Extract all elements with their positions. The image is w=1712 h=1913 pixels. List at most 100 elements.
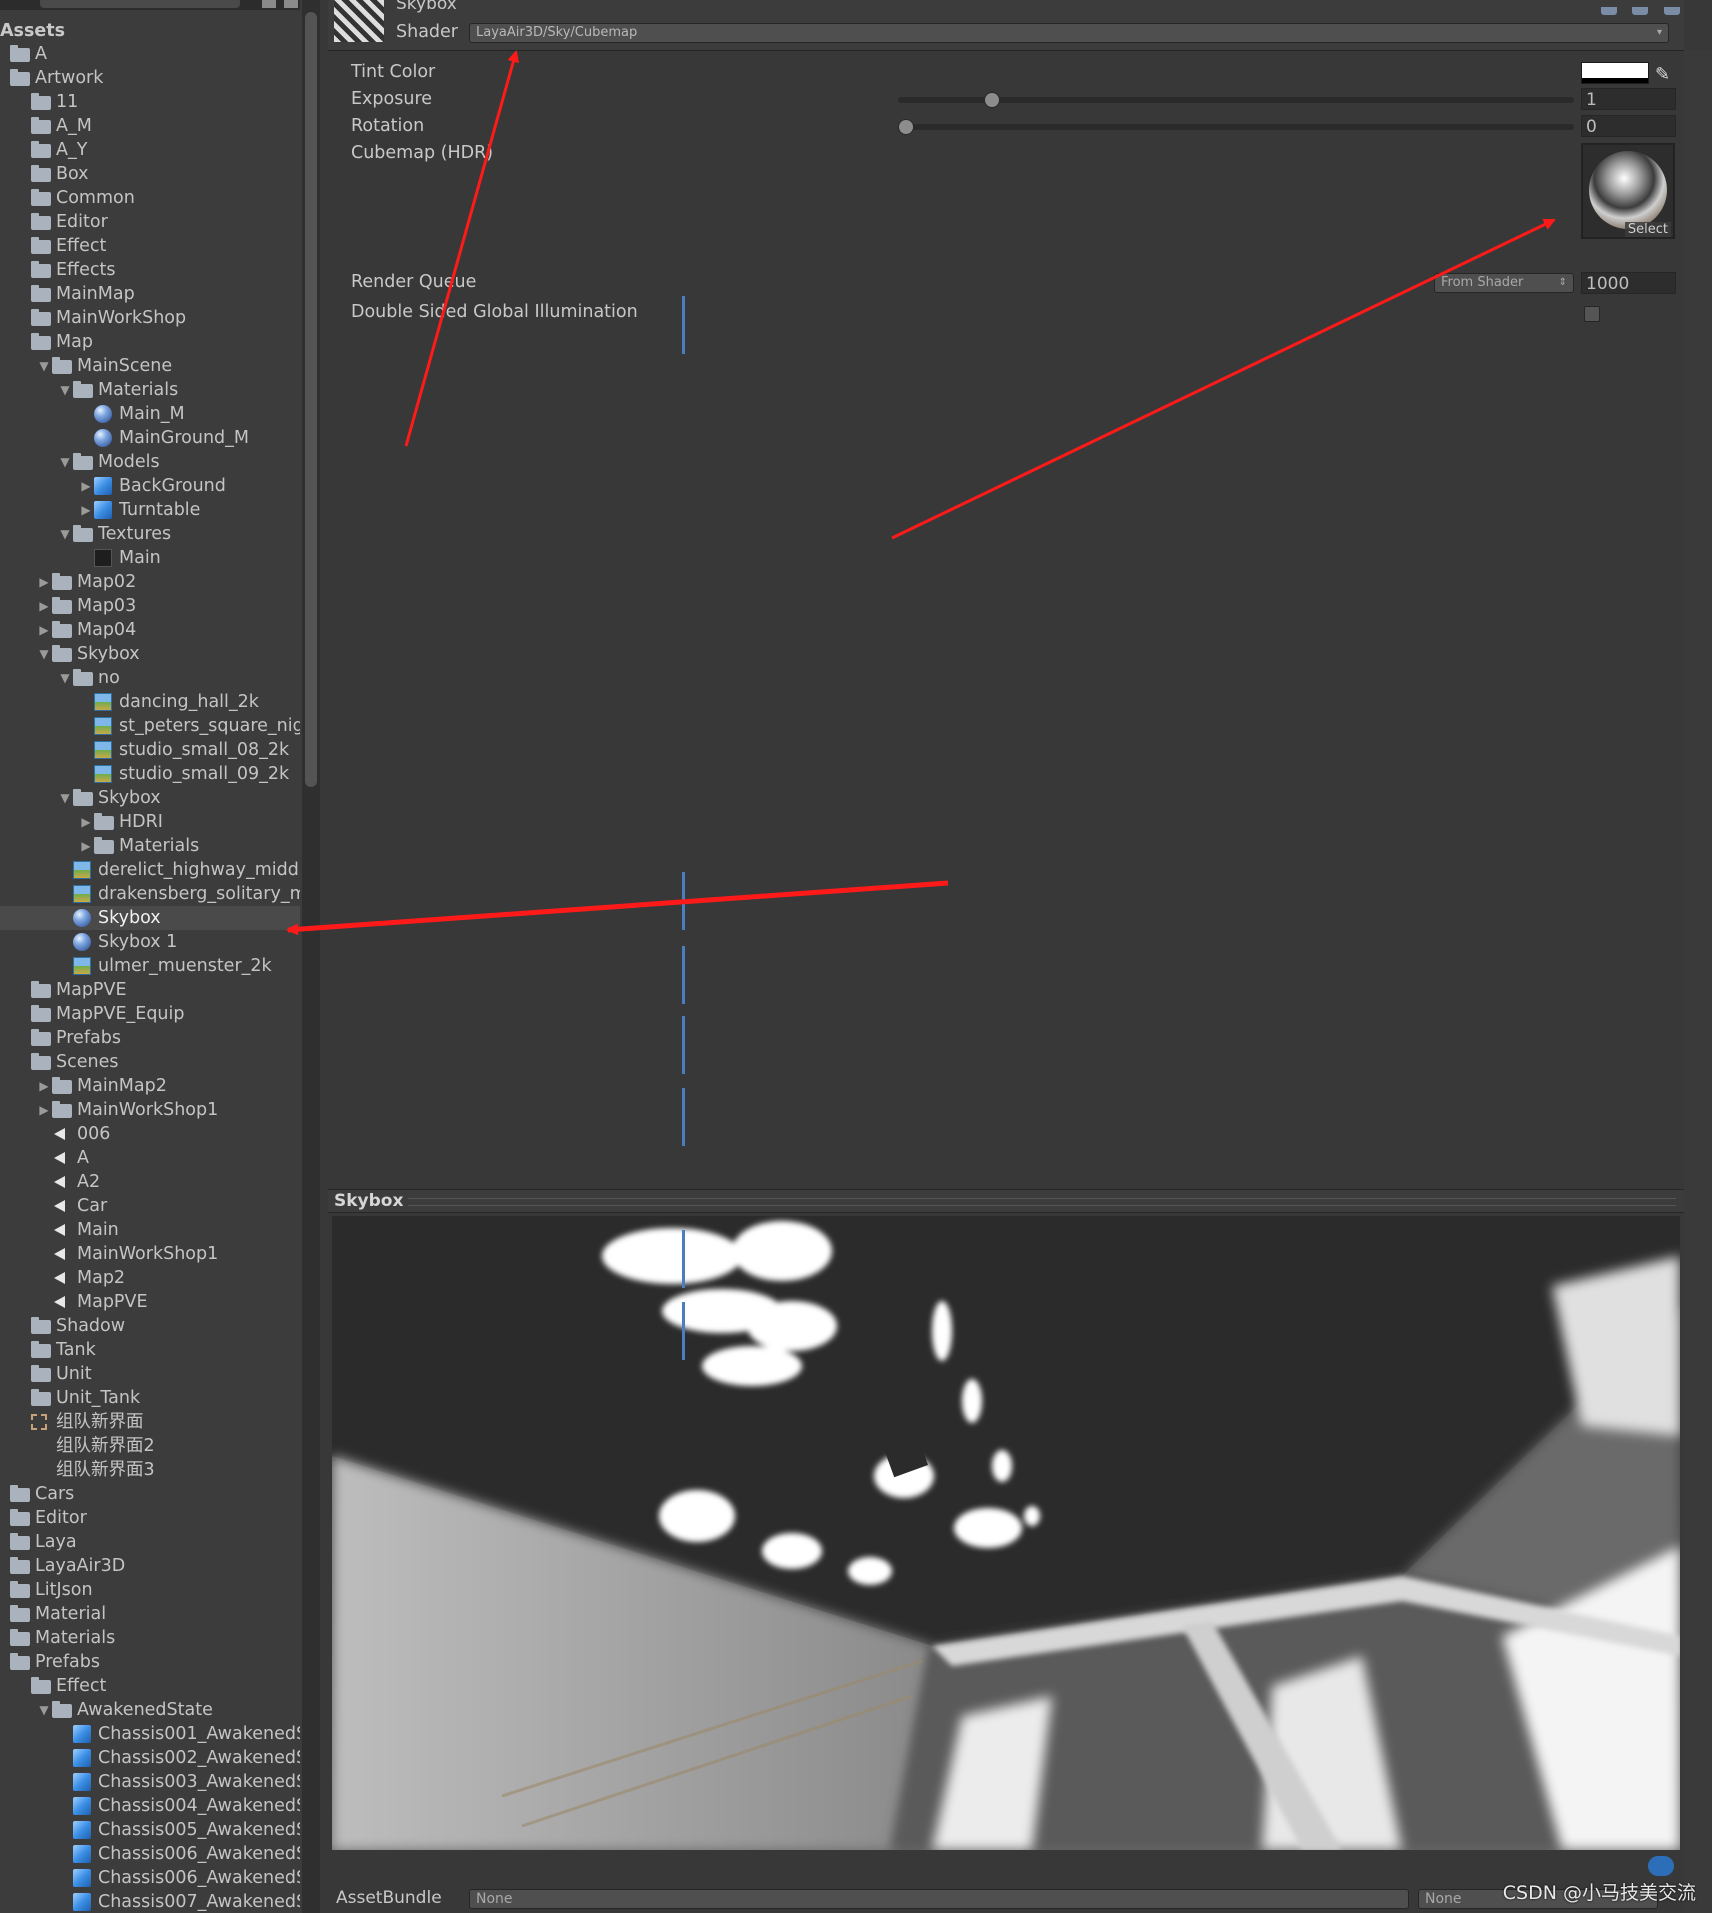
tree-item[interactable]: ▼ AwakenedState [0,1698,300,1722]
tree-item[interactable]: Editor [0,210,300,234]
expand-open-icon[interactable]: ▼ [59,786,71,810]
expand-open-icon[interactable]: ▼ [59,450,71,474]
tree-item[interactable]: A [0,42,300,66]
skybox-preview[interactable] [332,1216,1680,1850]
expand-closed-icon[interactable]: ▶ [38,594,50,618]
tree-item[interactable]: studio_small_08_2k [0,738,300,762]
tree-item[interactable]: Skybox [0,906,300,930]
assetbundle-name-dropdown[interactable]: None [469,1889,1409,1909]
eyedropper-icon[interactable]: ✎ [1655,64,1670,85]
tree-item[interactable]: Chassis005_AwakenedSta [0,1818,300,1842]
tree-item[interactable]: dancing_hall_2k [0,690,300,714]
tree-item[interactable]: derelict_highway_midday [0,858,300,882]
expand-closed-icon[interactable]: ▶ [80,810,92,834]
assets-root-label[interactable]: Assets [0,20,65,42]
expand-closed-icon[interactable]: ▶ [38,1098,50,1122]
tree-item[interactable]: st_peters_square_night [0,714,300,738]
tree-item[interactable]: ulmer_muenster_2k [0,954,300,978]
help-icon[interactable] [1600,7,1617,15]
label-tag-icon[interactable] [1648,1856,1674,1876]
tree-item[interactable]: ▼ Skybox [0,786,300,810]
tree-item[interactable]: 组队新界面3 [0,1458,300,1482]
preset-icon[interactable] [1632,7,1649,15]
tree-item[interactable]: Unit [0,1362,300,1386]
expand-open-icon[interactable]: ▼ [59,522,71,546]
exposure-slider[interactable] [898,92,1574,108]
shader-dropdown[interactable]: LayaAir3D/Sky/Cubemap ▾ [469,23,1669,43]
tree-item[interactable]: A [0,1146,300,1170]
tree-item[interactable]: Prefabs [0,1650,300,1674]
preview-resize-grip[interactable] [408,1198,1676,1206]
tree-item[interactable]: MapPVE [0,978,300,1002]
tree-item[interactable]: Materials [0,1626,300,1650]
tree-item[interactable]: Box [0,162,300,186]
tree-item[interactable]: Main [0,1218,300,1242]
tree-item[interactable]: MapPVE [0,1290,300,1314]
tree-item[interactable]: Map [0,330,300,354]
tree-item[interactable]: ▶ HDRI [0,810,300,834]
tint-color-swatch[interactable] [1581,62,1649,84]
tree-item[interactable]: Map2 [0,1266,300,1290]
preview-header[interactable]: Skybox [328,1189,1684,1213]
tree-item[interactable]: ▼ Textures [0,522,300,546]
expand-open-icon[interactable]: ▼ [38,354,50,378]
expand-closed-icon[interactable]: ▶ [80,834,92,858]
tree-item[interactable]: ▶ Map02 [0,570,300,594]
tree-item[interactable]: Effects [0,258,300,282]
project-scrollbar[interactable] [302,0,320,1913]
tree-item[interactable]: ▼ Skybox [0,642,300,666]
tree-item[interactable]: Laya [0,1530,300,1554]
tree-item[interactable]: Artwork [0,66,300,90]
tree-item[interactable]: Car [0,1194,300,1218]
tree-item[interactable]: Editor [0,1506,300,1530]
tree-item[interactable]: ▶ MainWorkShop1 [0,1098,300,1122]
tree-item[interactable]: ▼ no [0,666,300,690]
tree-item[interactable]: Chassis003_AwakenedSta [0,1770,300,1794]
tree-item[interactable]: ▶ Materials [0,834,300,858]
tree-item[interactable]: MainWorkShop [0,306,300,330]
tree-item[interactable]: 组队新界面 [0,1410,300,1434]
tree-item[interactable]: ▶ Turntable [0,498,300,522]
tree-item[interactable]: Chassis007_AwakenedSta [0,1890,300,1913]
expand-closed-icon[interactable]: ▶ [38,570,50,594]
tree-item[interactable]: Chassis002_AwakenedSta [0,1746,300,1770]
tree-item[interactable]: ▼ Materials [0,378,300,402]
tree-item[interactable]: ▶ Map04 [0,618,300,642]
tree-item[interactable]: Chassis001_AwakenedSta [0,1722,300,1746]
tree-item[interactable]: MainWorkShop1 [0,1242,300,1266]
tree-item[interactable]: Material [0,1602,300,1626]
tree-item[interactable]: MapPVE_Equip [0,1002,300,1026]
rotation-slider-knob[interactable] [898,119,914,135]
tree-item[interactable]: Tank [0,1338,300,1362]
rotation-slider[interactable] [898,119,1574,135]
tree-item[interactable]: drakensberg_solitary_mou [0,882,300,906]
render-queue-dropdown[interactable]: From Shader ⇕ [1434,273,1574,293]
tree-item[interactable]: 006 [0,1122,300,1146]
rotation-field[interactable]: 0 [1581,115,1676,137]
tree-item[interactable]: Unit_Tank [0,1386,300,1410]
render-queue-field[interactable]: 1000 [1581,272,1676,294]
tree-item[interactable]: A_Y [0,138,300,162]
cubemap-select-button[interactable]: Select [1624,222,1671,237]
tree-item[interactable]: MainGround_M [0,426,300,450]
filter-icon[interactable] [262,0,276,8]
tree-item[interactable]: Skybox 1 [0,930,300,954]
expand-open-icon[interactable]: ▼ [59,666,71,690]
gear-icon[interactable] [1664,7,1680,15]
expand-open-icon[interactable]: ▼ [38,1698,50,1722]
favorite-icon[interactable] [284,0,298,8]
tree-item[interactable]: LayaAir3D [0,1554,300,1578]
tree-item[interactable]: Shadow [0,1314,300,1338]
exposure-slider-knob[interactable] [984,92,1001,108]
cubemap-texture-slot[interactable]: Select [1581,143,1675,239]
expand-closed-icon[interactable]: ▶ [80,474,92,498]
exposure-field[interactable]: 1 [1581,88,1676,110]
inspector-scrollbar[interactable] [1684,50,1712,1913]
tree-item[interactable]: Chassis006_AwakenedSta [0,1842,300,1866]
tree-item[interactable]: Prefabs [0,1026,300,1050]
tree-item[interactable]: LitJson [0,1578,300,1602]
tree-item[interactable]: Main [0,546,300,570]
tree-item[interactable]: 组队新界面2 [0,1434,300,1458]
dsgi-checkbox[interactable] [1584,306,1600,322]
tree-item[interactable]: MainMap [0,282,300,306]
